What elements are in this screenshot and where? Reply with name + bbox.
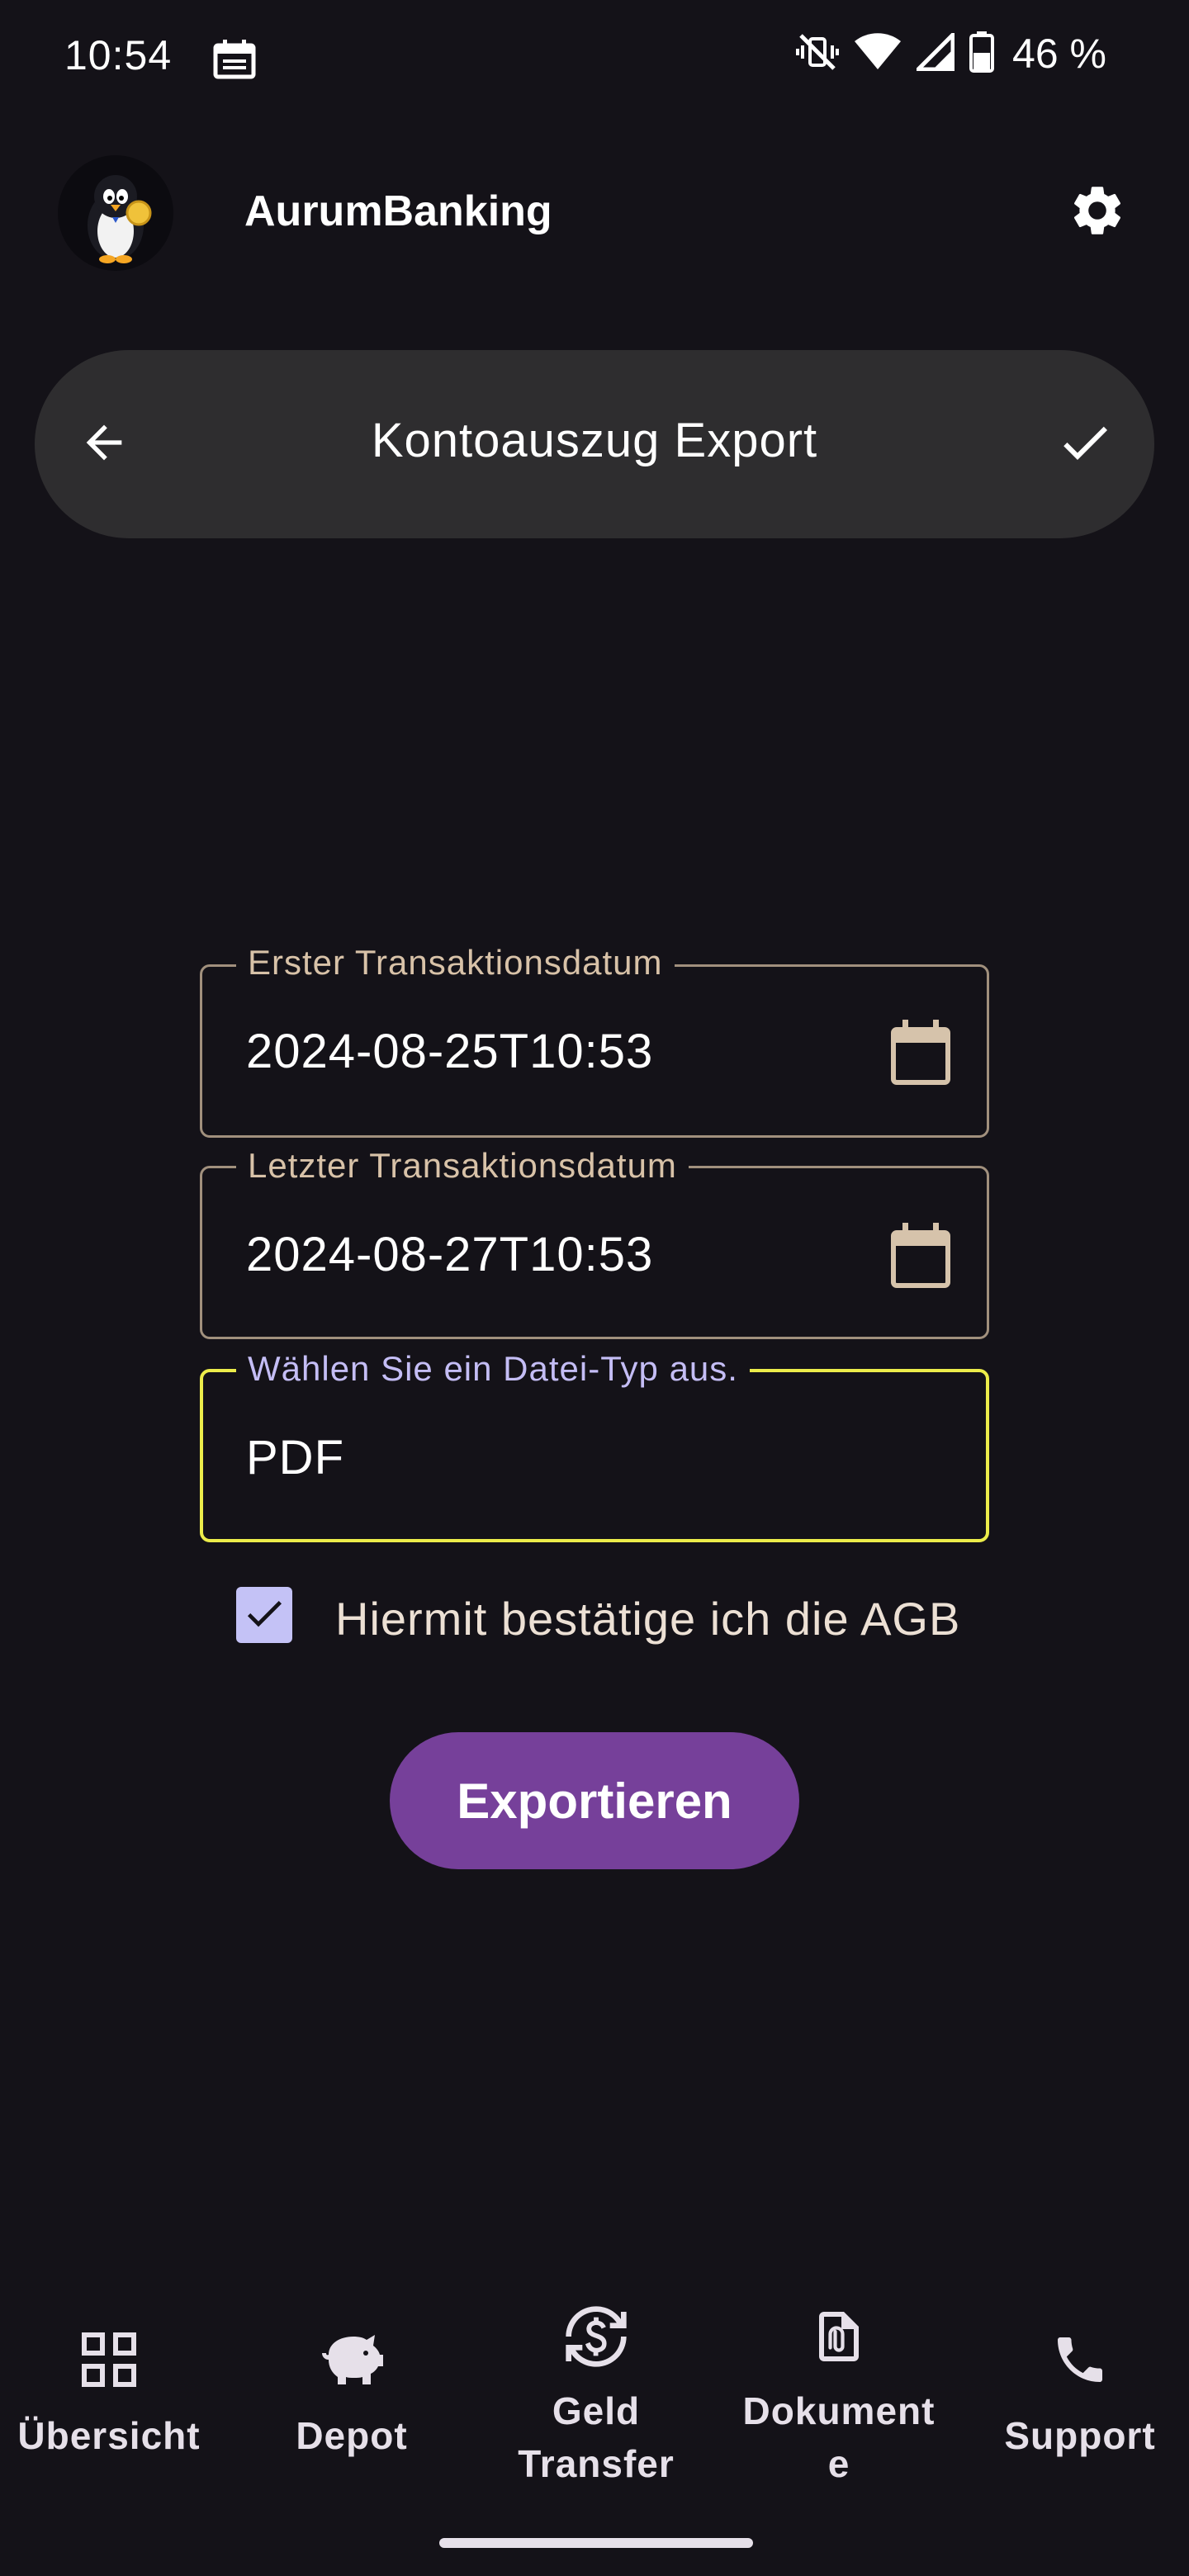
- penguin-logo: [58, 155, 173, 271]
- app-title: AurumBanking: [244, 187, 552, 235]
- nav-label-geld-transfer-line2: Transfer: [518, 2442, 675, 2485]
- status-icons: 46 %: [796, 29, 1106, 78]
- first-date-picker-button[interactable]: [883, 1017, 958, 1091]
- confirm-button[interactable]: [1045, 405, 1125, 484]
- calendar-icon: [213, 40, 256, 79]
- grid-icon: [76, 2327, 142, 2393]
- nav-label-dokumente-line1: Dokument: [742, 2389, 936, 2432]
- nav-label-support: Support: [1004, 2414, 1156, 2457]
- nav-label-depot: Depot: [296, 2414, 408, 2457]
- piggy-bank-icon: [319, 2327, 385, 2393]
- export-button[interactable]: Exportieren: [390, 1732, 799, 1869]
- nav-label-dokumente-line2: e: [827, 2442, 850, 2485]
- settings-button[interactable]: [1060, 175, 1135, 249]
- nav-item-depot[interactable]: Depot: [233, 2304, 471, 2502]
- nav-item-geld-transfer[interactable]: Geld Transfer: [477, 2304, 715, 2502]
- nav-label-geld-transfer-line1: Geld: [552, 2389, 641, 2432]
- gesture-bar[interactable]: [439, 2538, 753, 2548]
- last-date-value[interactable]: 2024-08-27T10:53: [246, 1227, 653, 1282]
- first-date-label: Erster Transaktionsdatum: [236, 943, 675, 983]
- mute-vibrate-icon: [796, 31, 840, 78]
- battery-icon: [969, 31, 995, 77]
- currency-exchange-icon: [563, 2304, 629, 2370]
- arrow-back-icon: [78, 416, 130, 473]
- nav-item-uebersicht[interactable]: Übersicht: [0, 2304, 228, 2502]
- file-type-label: Wählen Sie ein Datei-Typ aus.: [236, 1349, 750, 1389]
- nav-item-support[interactable]: Support: [961, 2304, 1189, 2502]
- page-title: Kontoauszug Export: [371, 414, 818, 467]
- nav-item-dokumente[interactable]: Dokument e: [720, 2304, 958, 2502]
- nav-label-dokumente: Dokument e: [743, 2384, 936, 2490]
- agb-checkbox[interactable]: [236, 1587, 292, 1643]
- gear-icon: [1068, 181, 1127, 244]
- last-date-picker-button[interactable]: [883, 1220, 958, 1295]
- calendar-icon: [889, 1019, 952, 1090]
- first-date-value[interactable]: 2024-08-25T10:53: [246, 1024, 653, 1079]
- status-time: 10:54: [64, 32, 173, 78]
- wifi-icon: [854, 32, 902, 75]
- nav-label-uebersicht: Übersicht: [17, 2414, 201, 2457]
- check-icon: [1055, 413, 1115, 476]
- nav-label-geld-transfer: Geld Transfer: [518, 2384, 675, 2490]
- check-icon: [241, 1590, 287, 1641]
- last-date-label: Letzter Transaktionsdatum: [236, 1146, 689, 1186]
- signal-icon: [912, 29, 955, 75]
- phone-icon: [1047, 2327, 1113, 2393]
- back-button[interactable]: [64, 405, 144, 484]
- battery-percentage: 46 %: [1012, 31, 1106, 77]
- file-type-value[interactable]: PDF: [246, 1430, 344, 1485]
- calendar-icon: [889, 1222, 952, 1293]
- agb-label[interactable]: Hiermit bestätige ich die AGB: [335, 1592, 960, 1646]
- document-attachment-icon: [806, 2304, 872, 2370]
